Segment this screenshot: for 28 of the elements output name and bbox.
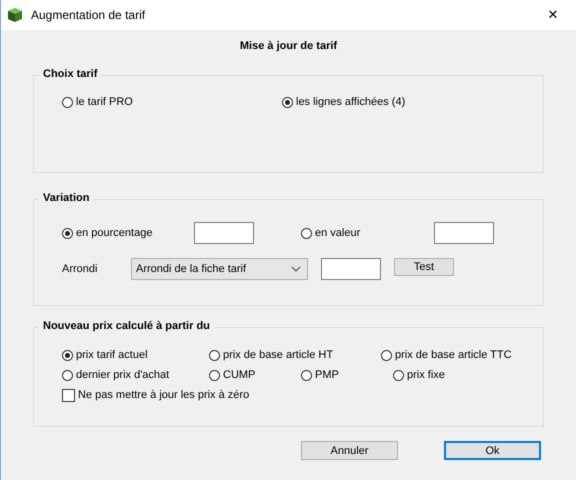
test-button[interactable]: Test	[394, 258, 454, 276]
input-field[interactable]	[321, 258, 381, 280]
chevron-icon	[291, 266, 301, 272]
radio-option[interactable]: en valeur	[301, 225, 434, 241]
radio-option[interactable]: prix tarif actuel	[62, 345, 209, 365]
field-label: Arrondi	[62, 263, 98, 275]
radio-option[interactable]: CUMP	[209, 365, 301, 385]
radio-option[interactable]: dernier prix d'achat	[62, 365, 209, 385]
radio-option[interactable]: en pourcentage	[62, 225, 194, 241]
radio-option[interactable]: le tarif PRO	[62, 94, 282, 110]
dropdown[interactable]: Arrondi de la fiche tarif	[131, 258, 308, 280]
radio-option[interactable]: prix fixe	[393, 365, 445, 385]
input-field[interactable]	[194, 222, 254, 244]
radio-option[interactable]: prix de base article HT	[209, 345, 381, 365]
radio-option[interactable]: prix de base article TTC	[381, 345, 545, 365]
cube-icon	[7, 7, 23, 23]
window-title: Augmentation de tarif	[31, 8, 146, 22]
dialog-heading: Mise à jour de tarif	[238, 39, 338, 54]
radio-option[interactable]: PMP	[301, 365, 393, 385]
ok-button[interactable]: Ok	[444, 441, 541, 460]
group-title: Nouveau prix calculé à partir du	[39, 320, 214, 332]
group-title: Variation	[39, 192, 94, 204]
radio-option[interactable]: les lignes affichées (4)	[282, 94, 406, 110]
cancel-button[interactable]: Annuler	[301, 441, 398, 460]
input-field[interactable]	[434, 222, 494, 244]
group-title: Choix tarif	[39, 68, 102, 80]
close-button[interactable]: ✕	[536, 1, 570, 29]
checkbox-option[interactable]: Ne pas mettre à jour les prix à zéro	[62, 387, 250, 403]
